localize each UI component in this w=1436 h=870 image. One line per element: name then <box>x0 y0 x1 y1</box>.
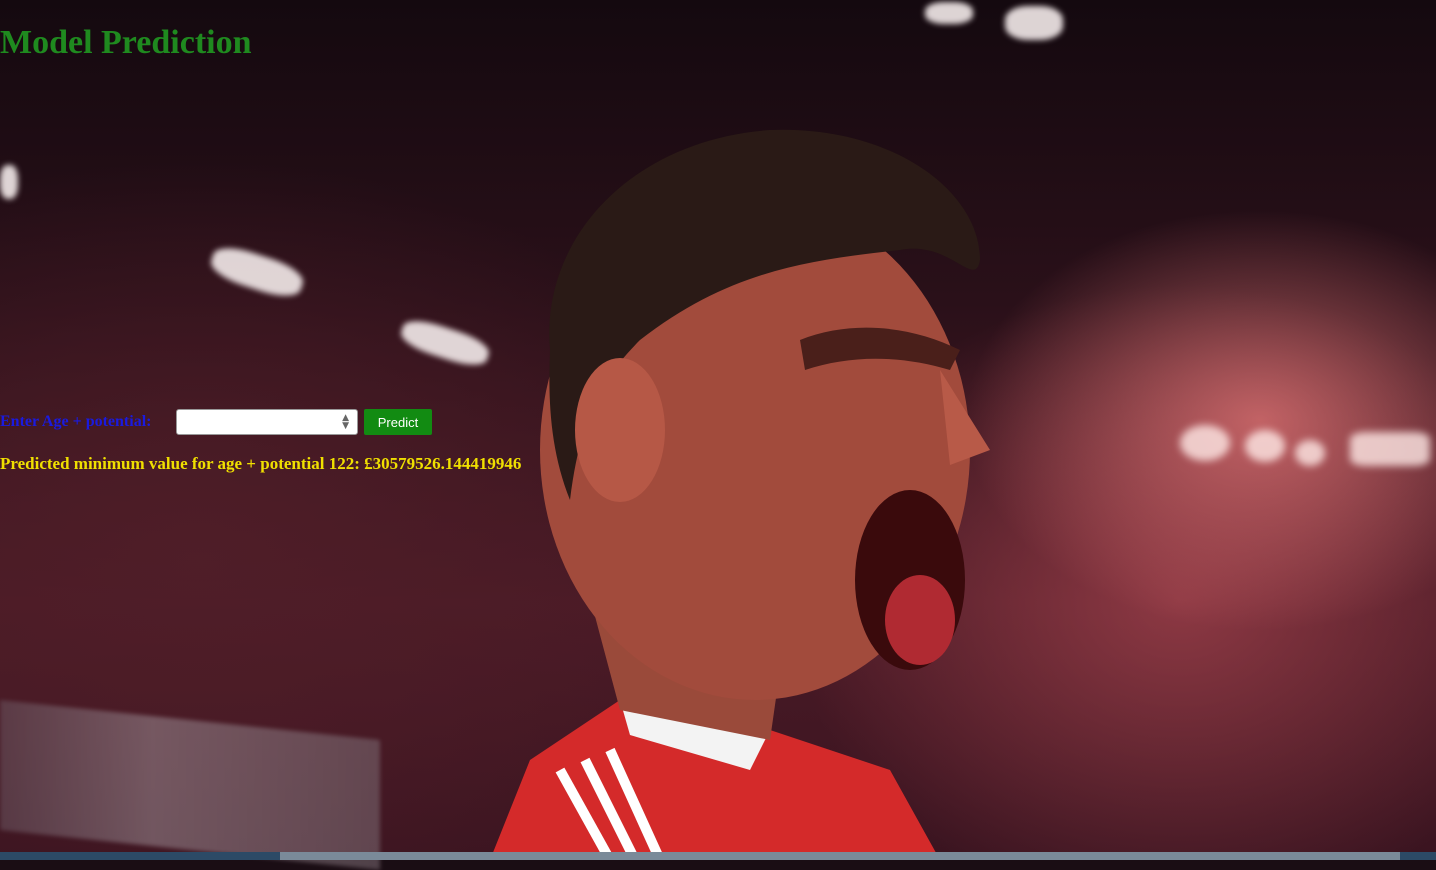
prediction-form: Enter Age + potential: ▲ ▼ Predict <box>0 408 432 436</box>
age-potential-label: Enter Age + potential: <box>0 413 152 430</box>
age-potential-input[interactable]: ▲ ▼ <box>176 409 358 435</box>
bottom-bar <box>0 852 1436 860</box>
stadium-light <box>0 165 18 199</box>
page-title: Model Prediction <box>0 24 252 61</box>
prediction-result: Predicted minimum value for age + potent… <box>0 454 522 473</box>
number-spinner-icon[interactable]: ▲ ▼ <box>342 414 349 431</box>
player-photo <box>490 129 990 860</box>
stadium-light <box>925 2 973 24</box>
stadium-light <box>1005 6 1063 40</box>
predict-button[interactable]: Predict <box>364 409 432 435</box>
